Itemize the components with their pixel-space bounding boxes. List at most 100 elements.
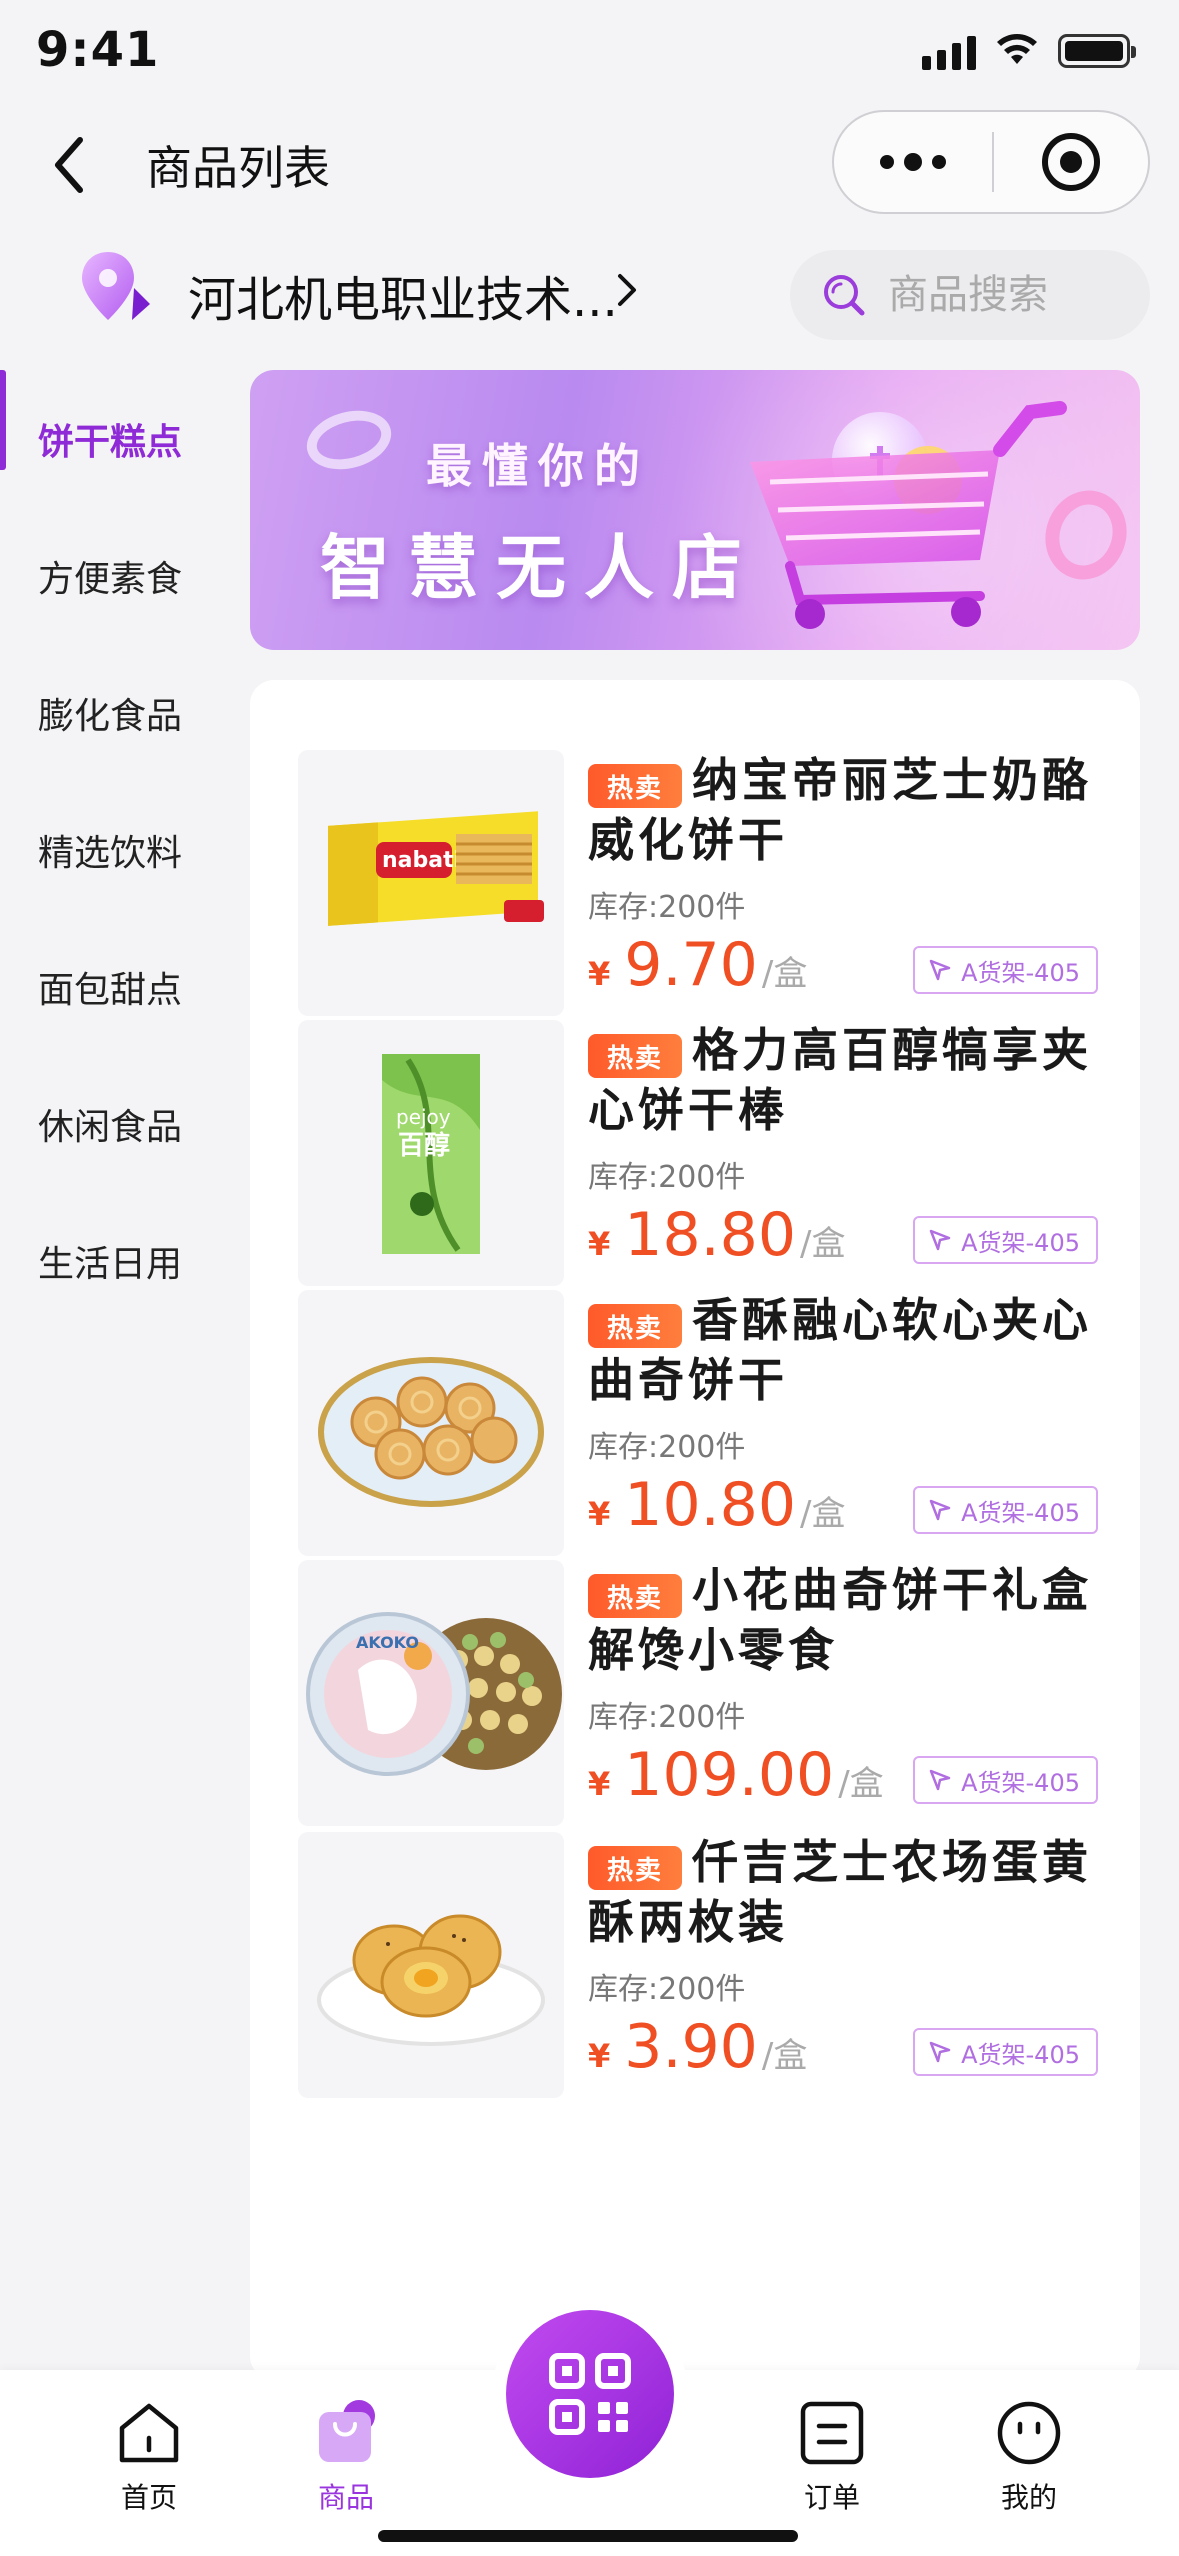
- tab-home[interactable]: 首页: [79, 2398, 219, 2516]
- miniapp-capsule: [832, 110, 1150, 214]
- product-card[interactable]: 热卖 香酥融心软心夹心曲奇饼干 库存:200件 ¥ 10.80 /盒 A货架-4…: [298, 1290, 1098, 1556]
- product-name: 仟吉芝士农场蛋黄酥两枚装: [588, 1835, 1092, 1949]
- location-pin-icon: [82, 252, 150, 320]
- product-image: [298, 1290, 564, 1556]
- target-icon: [1042, 133, 1100, 191]
- price-unit: /盒: [800, 1494, 846, 1534]
- svg-text:百醇: 百醇: [398, 1130, 450, 1161]
- product-card[interactable]: 热卖 仟吉芝士农场蛋黄酥两枚装 库存:200件 ¥ 3.90 /盒 A货架-40…: [298, 1832, 1098, 2098]
- shelf-label: A货架-405: [961, 2040, 1080, 2069]
- product-price: ¥ 3.90 /盒: [588, 2012, 807, 2082]
- category-sidebar: 饼干糕点 方便素食 膨化食品 精选饮料 面包甜点 休闲食品 生活日用: [0, 370, 240, 1329]
- product-stock: 库存:200件: [588, 1972, 746, 2007]
- home-icon: [119, 2403, 179, 2463]
- product-name: 小花曲奇饼干礼盒解馋小零食: [588, 1563, 1092, 1677]
- product-card[interactable]: pejoy 百醇 热卖 格力高百醇犒享夹心饼干棒 库存:200件 ¥ 18.80…: [298, 1020, 1098, 1286]
- store-name[interactable]: 河北机电职业技术...: [188, 260, 618, 330]
- shelf-label: A货架-405: [961, 1228, 1080, 1257]
- chevron-right-icon[interactable]: [612, 270, 640, 310]
- currency-symbol: ¥: [588, 1765, 611, 1803]
- navigation-arrow-icon: [929, 1229, 951, 1251]
- shelf-label: A货架-405: [961, 1498, 1080, 1527]
- sidebar-item-drinks[interactable]: 精选饮料: [0, 781, 240, 918]
- order-list-icon: [800, 2401, 864, 2465]
- tab-mine[interactable]: 我的: [959, 2398, 1099, 2516]
- product-price: ¥ 10.80 /盒: [588, 1470, 846, 1540]
- search-bar[interactable]: [790, 250, 1150, 340]
- tab-orders-label: 订单: [803, 2481, 860, 2514]
- svg-text:nabati: nabati: [382, 848, 461, 873]
- tab-goods[interactable]: 商品: [276, 2398, 416, 2516]
- currency-symbol: ¥: [588, 1225, 611, 1263]
- shelf-location-tag[interactable]: A货架-405: [913, 2028, 1098, 2076]
- status-bar: 9:41: [0, 0, 1179, 110]
- price-unit: /盒: [761, 954, 808, 994]
- svg-text:AKOKO: AKOKO: [356, 1633, 419, 1652]
- currency-symbol: ¥: [588, 1495, 611, 1533]
- price-value: 10.80: [624, 1470, 797, 1540]
- more-menu-button[interactable]: [834, 112, 992, 212]
- battery-icon: [1058, 34, 1136, 68]
- bottom-tab-bar: 首页 商品 订单 我的: [0, 2310, 1179, 2556]
- sidebar-item-daily-goods[interactable]: 生活日用: [0, 1192, 240, 1329]
- product-card[interactable]: nabati 热卖 纳宝帝丽芝士奶酪威化饼干 库存:200件 ¥ 9.70 /盒…: [298, 750, 1098, 1016]
- product-name: 格力高百醇犒享夹心饼干棒: [588, 1023, 1092, 1137]
- banner-title: 智慧无人店: [320, 527, 760, 609]
- tab-home-label: 首页: [120, 2481, 177, 2514]
- product-card[interactable]: AKOKO 热卖 小花曲奇饼干礼盒解馋小零食 库存:200件 ¥ 109.00 …: [298, 1560, 1098, 1826]
- sidebar-item-instant-food[interactable]: 方便素食: [0, 507, 240, 644]
- product-price: ¥ 109.00 /盒: [588, 1740, 884, 1810]
- status-time: 9:41: [36, 22, 160, 78]
- scan-qr-button[interactable]: [506, 2310, 674, 2478]
- price-unit: /盒: [800, 1224, 846, 1264]
- navigation-arrow-icon: [929, 959, 951, 981]
- price-value: 9.70: [624, 930, 758, 1000]
- search-input[interactable]: [888, 272, 1088, 318]
- sidebar-item-bread-desserts[interactable]: 面包甜点: [0, 918, 240, 1055]
- product-price: ¥ 9.70 /盒: [588, 930, 807, 1000]
- page-title: 商品列表: [146, 141, 330, 195]
- home-indicator: [378, 2530, 798, 2542]
- qr-code-icon: [549, 2353, 631, 2435]
- tab-goods-label: 商品: [317, 2481, 374, 2514]
- price-unit: /盒: [761, 2036, 808, 2076]
- sidebar-item-biscuits[interactable]: 饼干糕点: [0, 370, 240, 507]
- product-name: 纳宝帝丽芝士奶酪威化饼干: [588, 753, 1092, 867]
- navigation-arrow-icon: [929, 1499, 951, 1521]
- product-stock: 库存:200件: [588, 890, 746, 925]
- sidebar-item-puffed-food[interactable]: 膨化食品: [0, 644, 240, 781]
- promo-banner[interactable]: 最懂你的 智慧无人店: [250, 370, 1140, 650]
- product-image: nabati: [298, 750, 564, 1016]
- navigation-arrow-icon: [929, 2041, 951, 2063]
- product-image: [298, 1832, 564, 2098]
- product-list: nabati 热卖 纳宝帝丽芝士奶酪威化饼干 库存:200件 ¥ 9.70 /盒…: [250, 680, 1140, 2380]
- shopping-cart-icon: [750, 401, 1067, 629]
- cellular-signal-icon: [922, 36, 976, 70]
- shelf-location-tag[interactable]: A货架-405: [913, 1756, 1098, 1804]
- tab-orders[interactable]: 订单: [762, 2398, 902, 2516]
- close-miniapp-button[interactable]: [994, 133, 1148, 191]
- smiley-face-icon: [997, 2401, 1061, 2465]
- sidebar-item-snacks[interactable]: 休闲食品: [0, 1055, 240, 1192]
- wifi-icon: [997, 34, 1037, 64]
- shelf-location-tag[interactable]: A货架-405: [913, 1216, 1098, 1264]
- price-unit: /盒: [838, 1764, 884, 1804]
- price-value: 3.90: [624, 2012, 758, 2082]
- shelf-label: A货架-405: [961, 1768, 1080, 1797]
- tab-mine-label: 我的: [1000, 2481, 1057, 2514]
- product-price: ¥ 18.80 /盒: [588, 1200, 846, 1270]
- back-arrow-icon[interactable]: [46, 130, 96, 200]
- shopping-bag-icon: [319, 2400, 375, 2462]
- navigation-arrow-icon: [929, 1769, 951, 1791]
- decorative-ring: [300, 401, 398, 479]
- currency-symbol: ¥: [588, 2037, 611, 2075]
- product-name: 香酥融心软心夹心曲奇饼干: [588, 1293, 1092, 1407]
- shelf-label: A货架-405: [961, 958, 1080, 987]
- shelf-location-tag[interactable]: A货架-405: [913, 946, 1098, 994]
- banner-subtitle: 最懂你的: [426, 439, 650, 493]
- currency-symbol: ¥: [588, 955, 611, 993]
- shelf-location-tag[interactable]: A货架-405: [913, 1486, 1098, 1534]
- product-stock: 库存:200件: [588, 1700, 746, 1735]
- search-icon: [824, 275, 865, 316]
- product-image: pejoy 百醇: [298, 1020, 564, 1286]
